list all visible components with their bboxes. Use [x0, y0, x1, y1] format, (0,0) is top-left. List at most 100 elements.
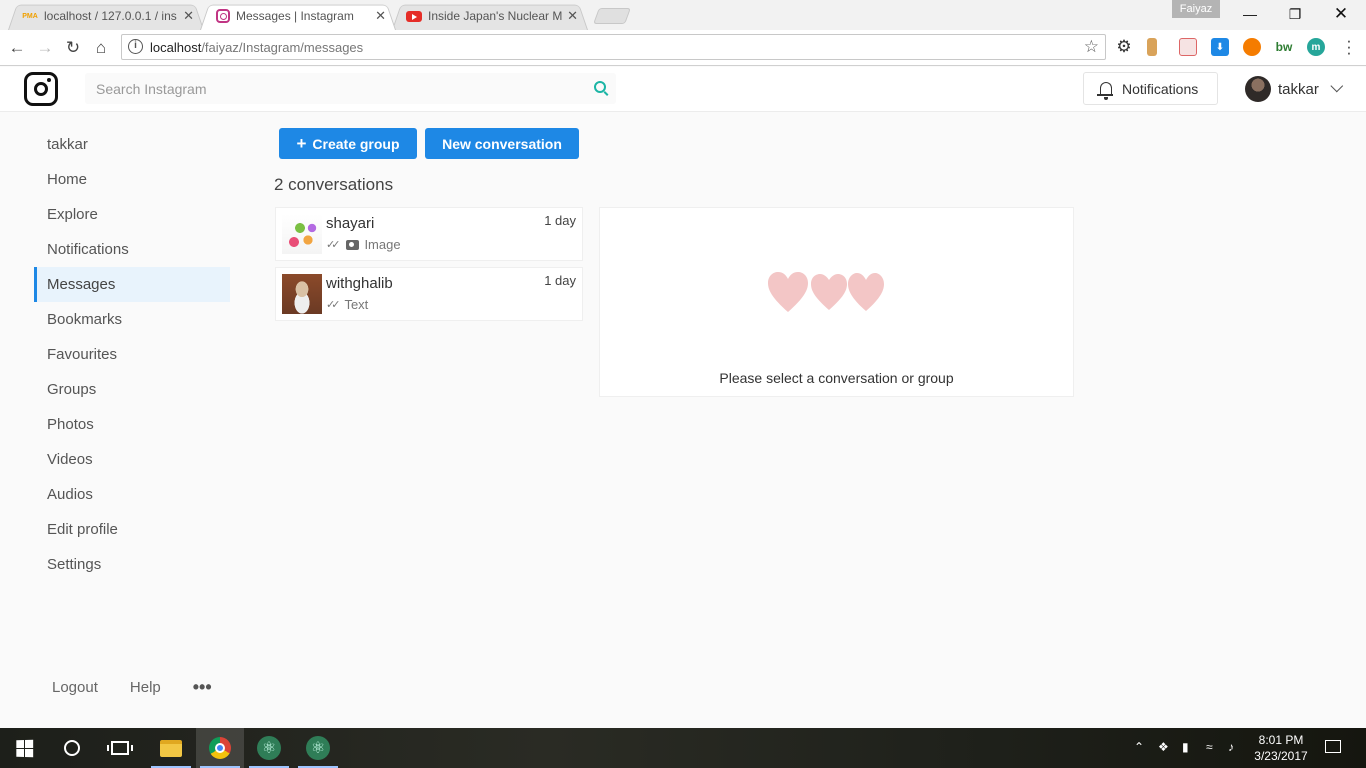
search-input[interactable] [85, 73, 616, 104]
bookmark-star-icon[interactable]: ☆ [1084, 37, 1099, 57]
restore-icon[interactable]: ❐ [1272, 0, 1318, 28]
sidebar-item-settings[interactable]: Settings [34, 547, 230, 582]
notifications-button[interactable]: Notifications [1083, 72, 1218, 105]
url-host: localhost [150, 40, 202, 55]
tab-icon[interactable] [1179, 38, 1197, 56]
bookmark-icon[interactable] [1147, 38, 1157, 56]
notifications-label: Notifications [1122, 80, 1199, 97]
browser-tab-strip: PMA localhost / 127.0.0.1 / ins ✕ Messag… [0, 0, 1366, 30]
username-label: takkar [1278, 80, 1319, 98]
camera-icon [346, 239, 360, 250]
folder-icon [160, 739, 182, 757]
browser-profile-badge[interactable]: Faiyaz [1172, 0, 1220, 18]
new-conversation-button[interactable]: New conversation [425, 128, 579, 159]
new-tab-button[interactable] [593, 8, 631, 24]
search-icon[interactable] [594, 81, 606, 93]
sidebar-item-photos[interactable]: Photos [34, 407, 230, 442]
task-view-button[interactable] [96, 728, 144, 768]
sidebar-item-home[interactable]: Home [34, 162, 230, 197]
search-box [85, 73, 616, 104]
conversation-time: 1 day [544, 213, 576, 228]
close-icon[interactable]: ✕ [183, 8, 194, 24]
minimize-icon[interactable]: — [1227, 0, 1273, 28]
conversation-item-shayari[interactable]: shayari ✓✓ Image 1 day [275, 207, 583, 261]
conversation-item-withghalib[interactable]: withghalib ✓✓ Text 1 day [275, 267, 583, 321]
sidebar-item-messages[interactable]: Messages [34, 267, 230, 302]
atom-taskbar-button[interactable]: ⚛ [245, 728, 293, 768]
browser-tab-instagram[interactable]: Messages | Instagram ✕ [200, 2, 396, 30]
atom-icon: ⚛ [306, 736, 330, 760]
dropbox-icon[interactable]: ❖ [1158, 740, 1169, 754]
conversation-preview: ✓✓ Text [326, 297, 368, 312]
instagram-logo-icon[interactable] [24, 72, 58, 106]
avatar [1245, 76, 1271, 102]
sidebar-item-notifications[interactable]: Notifications [34, 232, 230, 267]
browser-menu-icon[interactable]: · · · [1342, 32, 1356, 61]
browser-toolbar: ← → ↻ ⌂ i localhost/faiyaz/Instagram/mes… [0, 30, 1366, 66]
preview-text: Image [364, 237, 401, 252]
system-clock[interactable]: 8:01 PM 3/23/2017 [1248, 732, 1314, 764]
back-arrow-icon[interactable]: ← [6, 37, 28, 59]
m-icon[interactable]: m [1307, 38, 1325, 56]
wifi-icon[interactable]: ≈ [1206, 740, 1213, 754]
sidebar-item-profile[interactable]: takkar [34, 127, 230, 162]
home-icon[interactable]: ⌂ [90, 37, 112, 59]
chrome-icon [209, 737, 231, 759]
conversation-name: shayari [326, 215, 375, 232]
battery-icon[interactable]: ▮ [1182, 740, 1189, 754]
double-check-icon: ✓✓ [326, 239, 341, 251]
close-icon[interactable]: ✕ [375, 8, 386, 24]
settings-gear-icon[interactable]: ⚙ [1115, 37, 1133, 56]
browser-tab-phpmyadmin[interactable]: PMA localhost / 127.0.0.1 / ins ✕ [8, 2, 204, 30]
user-menu[interactable]: takkar [1245, 75, 1344, 103]
create-group-label: Create group [312, 135, 400, 152]
sidebar-nav: takkar Home Explore Notifications Messag… [34, 127, 230, 582]
chrome-taskbar-button[interactable] [196, 728, 244, 768]
url-text[interactable]: localhost/faiyaz/Instagram/messages [150, 40, 363, 55]
sidebar-item-bookmarks[interactable]: Bookmarks [34, 302, 230, 337]
windows-logo-icon [15, 739, 33, 757]
forward-arrow-icon[interactable]: → [34, 37, 56, 59]
window-close-icon[interactable]: ✕ [1318, 0, 1364, 28]
sidebar-item-audios[interactable]: Audios [34, 477, 230, 512]
sidebar-item-groups[interactable]: Groups [34, 372, 230, 407]
tab-title: Messages | Instagram [236, 9, 354, 23]
avast-icon[interactable] [1243, 38, 1261, 56]
atom-taskbar-button-2[interactable]: ⚛ [294, 728, 342, 768]
sidebar-item-videos[interactable]: Videos [34, 442, 230, 477]
empty-state-message: Please select a conversation or group [719, 370, 954, 386]
create-group-button[interactable]: + Create group [279, 128, 417, 159]
start-button[interactable] [0, 728, 48, 768]
youtube-icon [406, 11, 422, 22]
volume-icon[interactable]: ♪ [1228, 740, 1234, 754]
address-bar[interactable]: i localhost/faiyaz/Instagram/messages ☆ [121, 34, 1106, 60]
cortana-button[interactable] [48, 728, 96, 768]
conversation-avatar [282, 214, 322, 254]
tab-title: localhost / 127.0.0.1 / ins [44, 9, 177, 23]
download-icon[interactable]: ⬇ [1211, 38, 1229, 56]
hearts-icon [768, 272, 884, 312]
app-header: Notifications takkar [0, 67, 1366, 112]
sidebar-footer: Logout Help ••• [52, 677, 244, 698]
help-link[interactable]: Help [130, 679, 161, 696]
chevron-up-icon[interactable]: ⌃ [1134, 740, 1144, 754]
sidebar-item-favourites[interactable]: Favourites [34, 337, 230, 372]
sidebar-item-explore[interactable]: Explore [34, 197, 230, 232]
browser-tab-youtube[interactable]: Inside Japan's Nuclear M ✕ [392, 2, 588, 30]
sidebar-item-edit-profile[interactable]: Edit profile [34, 512, 230, 547]
windows-taskbar: ⚛ ⚛ ⌃ ❖ ▮ ≈ ♪ 8:01 PM 3/23/2017 [0, 728, 1366, 768]
close-icon[interactable]: ✕ [567, 8, 578, 24]
conversation-preview: ✓✓ Image [326, 237, 401, 252]
action-center-icon[interactable] [1325, 740, 1341, 753]
logout-link[interactable]: Logout [52, 679, 98, 696]
conversation-empty-state: Please select a conversation or group [599, 207, 1074, 397]
chevron-down-icon [1330, 79, 1344, 92]
reload-icon[interactable]: ↻ [62, 37, 84, 59]
instagram-icon [216, 9, 230, 23]
more-options-icon[interactable]: ••• [193, 677, 212, 698]
bw-icon[interactable]: bw [1275, 38, 1293, 56]
plus-icon: + [296, 133, 307, 153]
info-icon[interactable]: i [128, 39, 143, 54]
phpmyadmin-icon: PMA [22, 12, 38, 20]
file-explorer-button[interactable] [147, 728, 195, 768]
